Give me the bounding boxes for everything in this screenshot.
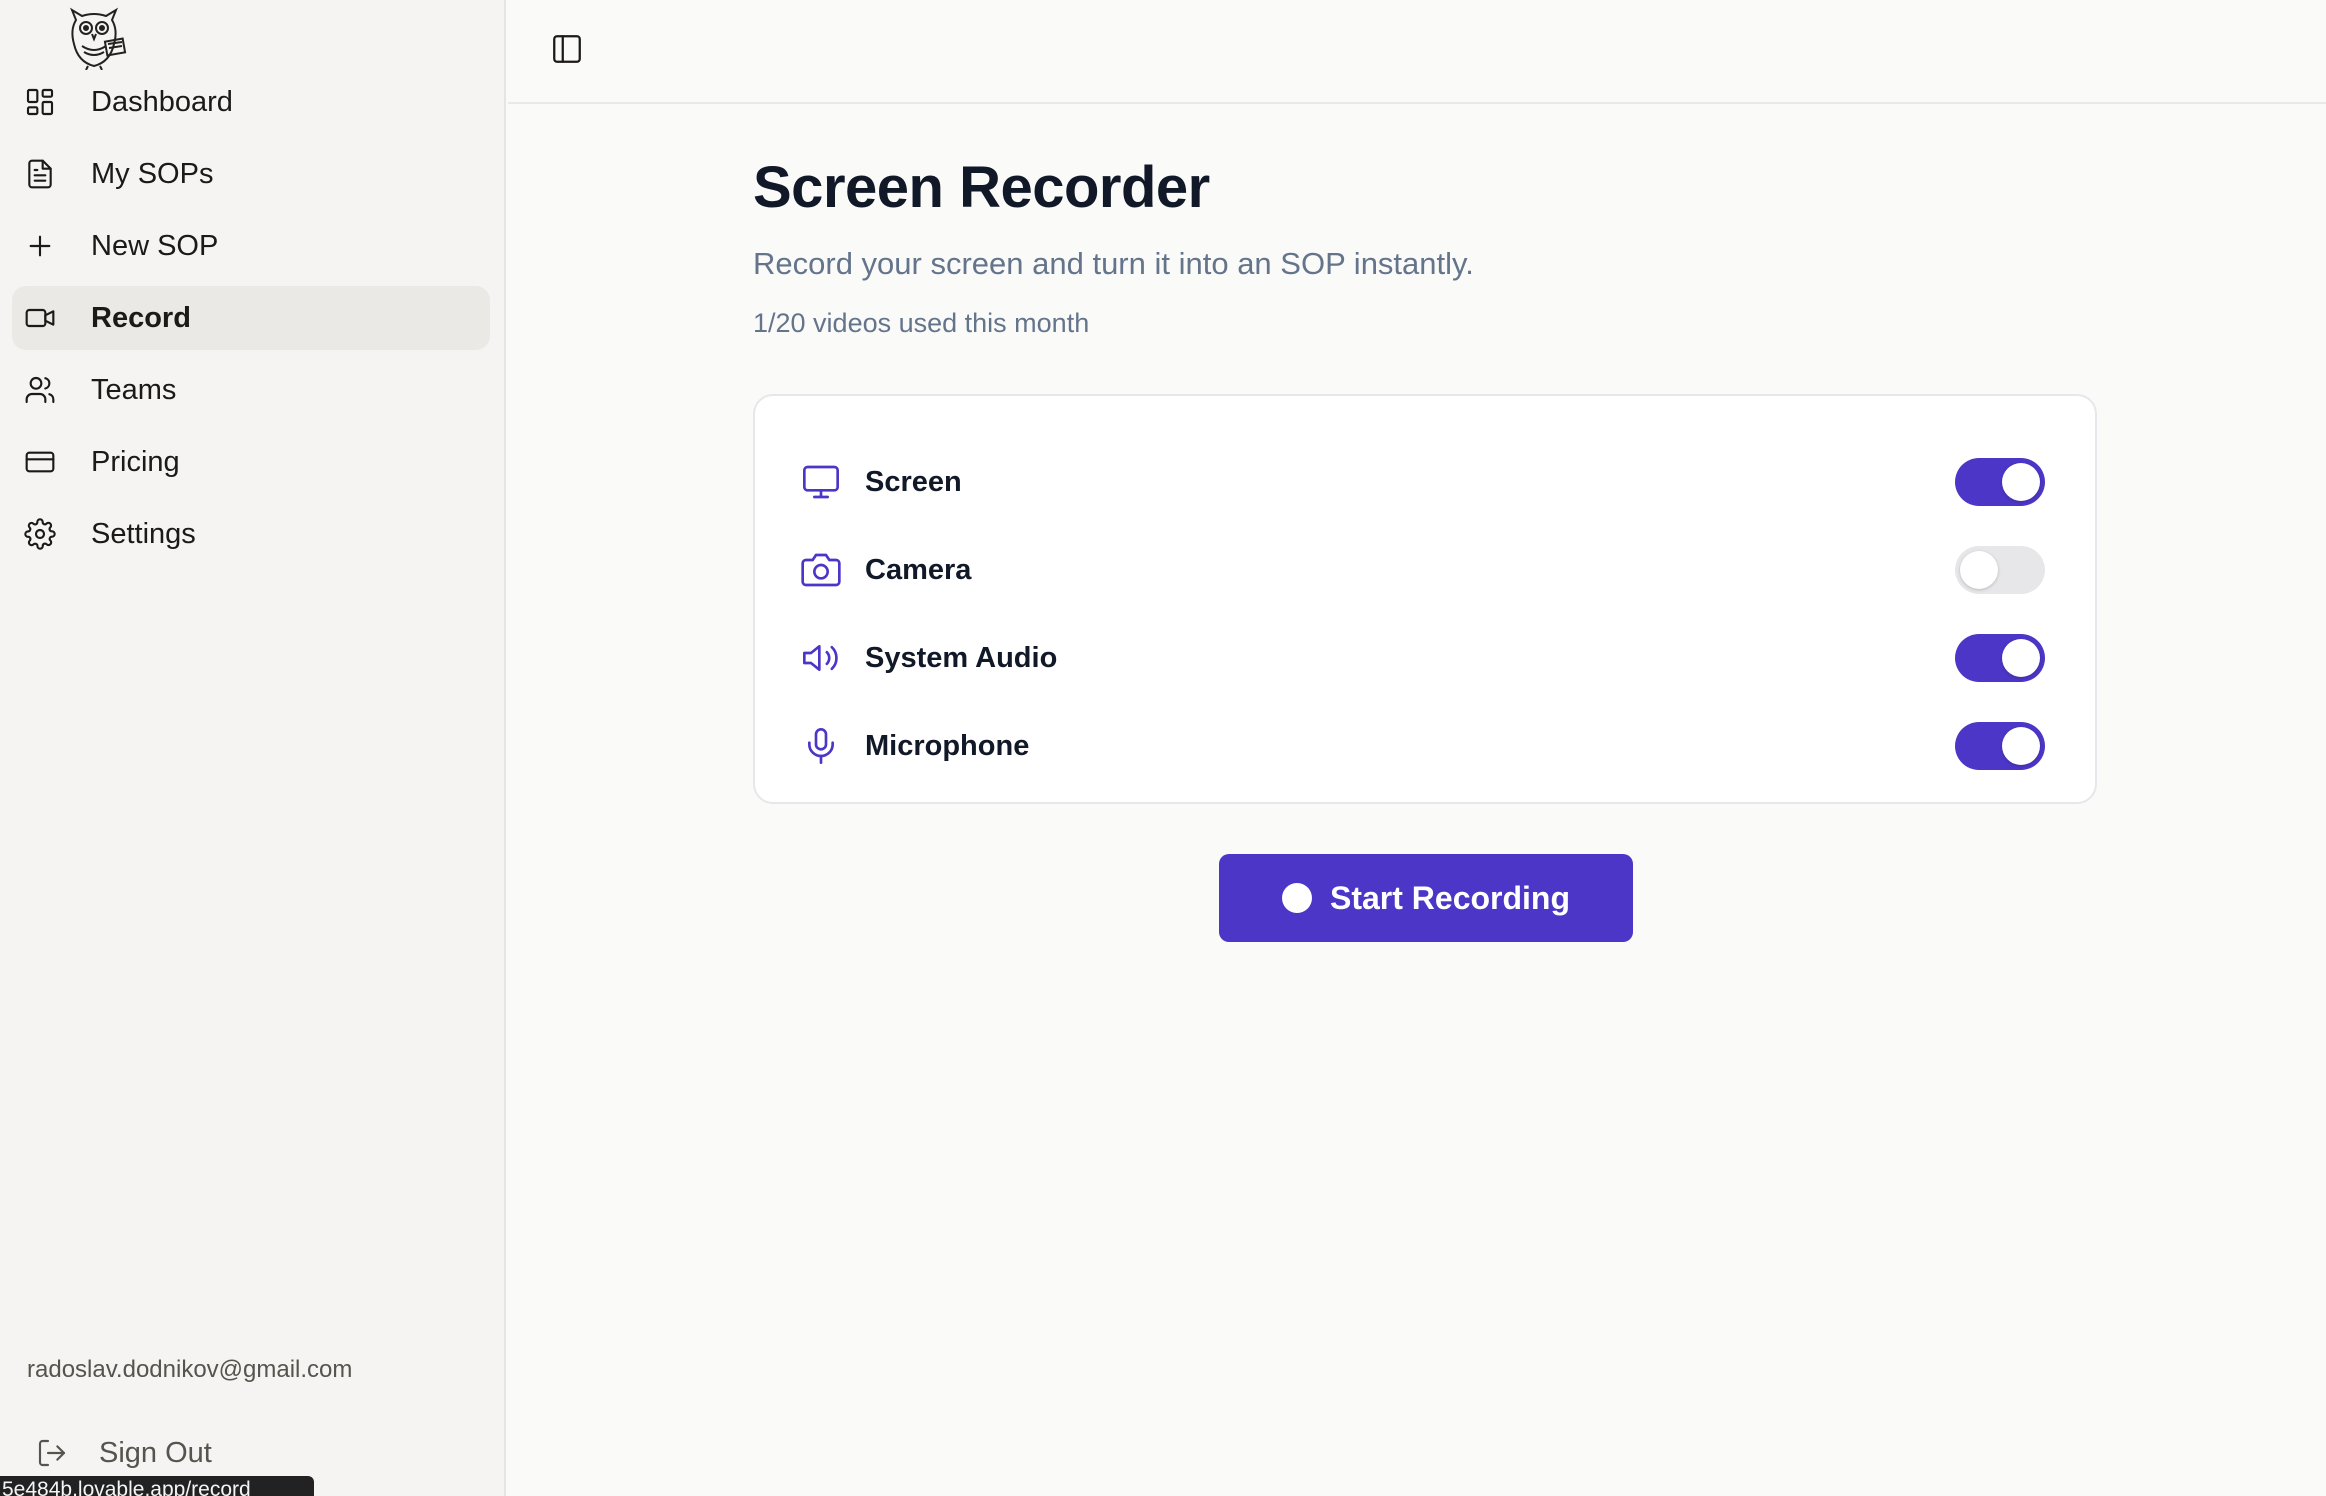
recording-options-card: Screen Camera System Audio Microphone: [753, 394, 2097, 804]
microphone-icon: [801, 726, 841, 766]
app-window: Dashboard My SOPs New SOP Record Teams P…: [0, 0, 2326, 1496]
users-icon: [24, 374, 56, 406]
sidebar: Dashboard My SOPs New SOP Record Teams P…: [0, 0, 506, 1496]
option-row-microphone: Microphone: [755, 710, 2095, 782]
user-email: radoslav.dodnikov@gmail.com: [27, 1356, 353, 1383]
page-title: Screen Recorder: [753, 155, 1210, 220]
sidebar-item-label: Teams: [91, 373, 177, 406]
main-content: Screen Recorder Record your screen and t…: [508, 106, 2326, 1496]
credit-card-icon: [24, 446, 56, 478]
option-row-screen: Screen: [755, 446, 2095, 518]
option-label: Microphone: [865, 729, 1030, 762]
dashboard-icon: [24, 86, 56, 118]
toggle-knob: [2002, 463, 2040, 501]
sidebar-item-teams[interactable]: Teams: [12, 358, 490, 422]
option-label: System Audio: [865, 641, 1058, 674]
gear-icon: [24, 518, 56, 550]
sidebar-item-record[interactable]: Record: [12, 286, 490, 350]
sidebar-item-dashboard[interactable]: Dashboard: [12, 70, 490, 134]
sidebar-item-label: Record: [91, 301, 191, 334]
log-out-icon: [36, 1437, 68, 1469]
sidebar-item-label: Pricing: [91, 445, 180, 478]
sign-out-button[interactable]: Sign Out: [30, 1428, 350, 1478]
sidebar-item-label: New SOP: [91, 229, 219, 262]
option-row-system-audio: System Audio: [755, 622, 2095, 694]
sidebar-item-label: Settings: [91, 517, 196, 550]
video-icon: [24, 302, 56, 334]
toggle-knob: [2002, 639, 2040, 677]
option-row-camera: Camera: [755, 534, 2095, 606]
sidebar-item-settings[interactable]: Settings: [12, 502, 490, 566]
owl-logo[interactable]: [54, 6, 134, 71]
option-label: Camera: [865, 553, 972, 586]
link-status-tooltip: 5e484b.lovable.app/record: [0, 1476, 314, 1496]
option-label: Screen: [865, 465, 962, 498]
page-subtitle: Record your screen and turn it into an S…: [753, 246, 1474, 281]
sidebar-item-my-sops[interactable]: My SOPs: [12, 142, 490, 206]
toggle-knob: [2002, 727, 2040, 765]
monitor-icon: [801, 462, 841, 502]
screen-toggle[interactable]: [1955, 458, 2045, 506]
microphone-toggle[interactable]: [1955, 722, 2045, 770]
sidebar-item-label: My SOPs: [91, 157, 214, 190]
sidebar-item-pricing[interactable]: Pricing: [12, 430, 490, 494]
plus-icon: [24, 230, 56, 262]
sidebar-item-new-sop[interactable]: New SOP: [12, 214, 490, 278]
sign-out-label: Sign Out: [99, 1436, 212, 1469]
toggle-knob: [1960, 551, 1998, 589]
camera-icon: [801, 550, 841, 590]
start-recording-button[interactable]: Start Recording: [1219, 854, 1633, 942]
start-recording-label: Start Recording: [1329, 879, 1571, 916]
top-bar: [508, 0, 2326, 104]
sidebar-item-label: Dashboard: [91, 85, 233, 118]
document-icon: [24, 158, 56, 190]
record-dot-icon: [1281, 883, 1312, 913]
speaker-icon: [801, 638, 841, 678]
system-audio-toggle[interactable]: [1955, 634, 2045, 682]
camera-toggle[interactable]: [1955, 546, 2045, 594]
sidebar-toggle-icon[interactable]: [550, 32, 584, 66]
usage-counter: 1/20 videos used this month: [753, 308, 1090, 338]
